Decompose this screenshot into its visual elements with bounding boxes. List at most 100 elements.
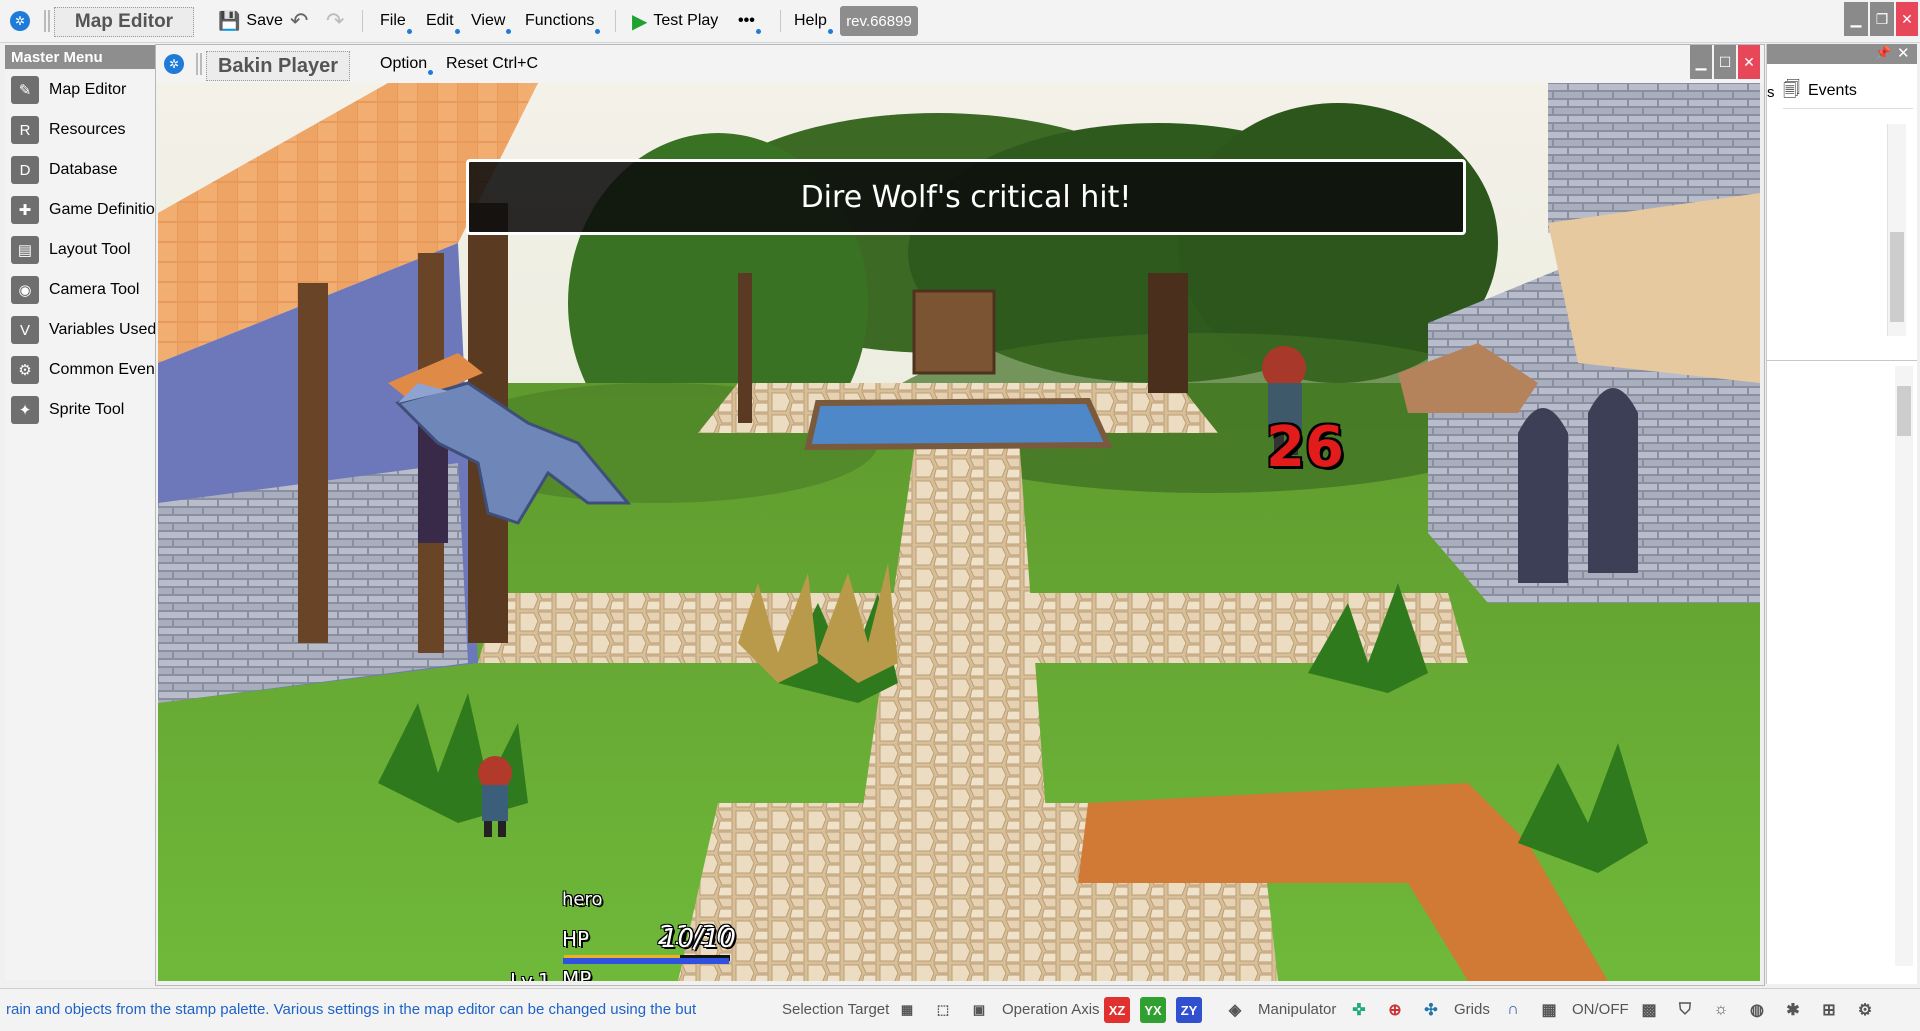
master-menu-item-resources[interactable]: R Resources [5,110,155,150]
right-panel: 📌 ✕ s 🗐 Events [1766,44,1917,984]
scale-gizmo-icon[interactable]: ✣ [1418,997,1444,1023]
tab-partial[interactable]: s [1767,84,1775,101]
grid-icon[interactable]: ▦ [1536,997,1562,1023]
master-menu-header: Master Menu [5,45,155,69]
select-objects-icon[interactable]: ⬚ [930,997,956,1023]
master-menu: ✎ Map Editor R Resources D Database ✚ Game D… [5,70,155,980]
tab-events[interactable]: 🗐 Events [1783,74,1913,109]
select-terrain-icon[interactable]: ▦ [894,997,920,1023]
restore-button[interactable]: ❐ [1870,2,1894,36]
master-menu-item-map-editor[interactable]: ✎ Map Editor [5,70,155,110]
mp-bar [563,958,729,964]
player-minimize-button[interactable]: ▁ [1690,45,1712,79]
menu-view[interactable]: View [467,6,512,36]
revision-badge: rev.66899 [840,6,918,36]
right-panel-header: 📌 ✕ [1767,44,1917,64]
play-icon: ▶ [632,10,648,33]
battle-message: Dire Wolf's critical hit! [800,179,1132,215]
scrollbar-bottom[interactable] [1895,366,1913,966]
master-menu-item-sprite-tool[interactable]: ✦ Sprite Tool [5,390,155,430]
restore-icon: ❐ [1875,10,1889,27]
toolbar-grip[interactable] [44,10,52,32]
grids-label: Grids [1454,1001,1490,1018]
menu-functions[interactable]: Functions [521,6,601,36]
damage-number: 26 [1266,415,1344,480]
mp-value: 10/10 [661,924,736,954]
minimize-icon: ▁ [1695,53,1707,70]
mp-label: MP [562,967,592,981]
status-hint: rain and objects from the stamp palette.… [6,1001,697,1018]
scrollbar-top[interactable] [1887,124,1906,336]
rotate-gizmo-icon[interactable]: ⊕ [1382,997,1408,1023]
close-icon: ✕ [1901,10,1913,27]
select-all-icon[interactable]: ▣ [966,997,992,1023]
common-events-icon: ⚙ [11,356,39,384]
test-play-button[interactable]: ▶ Test Play [628,6,722,36]
sprite-icon: ✦ [11,396,39,424]
master-menu-item-layout-tool[interactable]: ▤ Layout Tool [5,230,155,270]
minimize-icon: ▁ [1850,10,1862,27]
axis-xz-button[interactable]: XZ [1104,997,1130,1023]
operation-axis-label: Operation Axis [1002,1001,1100,1018]
menu-help[interactable]: Help [790,6,833,36]
mp-bar-fill [563,958,729,964]
toggle-settings-icon[interactable]: ⚙ [1852,997,1878,1023]
player-window: ✲ Bakin Player Option Reset Ctrl+C ▁ ☐ ✕ [155,44,1765,986]
save-icon: 💾 [218,10,241,31]
player-close-button[interactable]: ✕ [1738,45,1760,79]
pin-icon[interactable]: 📌 [1875,45,1891,61]
grid-snap-icon[interactable]: ∩ [1500,997,1526,1023]
minimize-button[interactable]: ▁ [1844,2,1868,36]
axis-zy-button[interactable]: ZY [1176,997,1202,1023]
status-bar: rain and objects from the stamp palette.… [0,988,1920,1031]
close-button[interactable]: ✕ [1896,2,1918,36]
layout-icon: ▤ [11,236,39,264]
move-gizmo-icon[interactable]: ✜ [1346,997,1372,1023]
toggle-grid-icon[interactable]: ▩ [1636,997,1662,1023]
database-icon: D [11,156,39,184]
hp-label: HP [562,927,590,951]
master-menu-item-camera-tool[interactable]: ◉ Camera Tool [5,270,155,310]
player-titlebar: ✲ Bakin Player Option Reset Ctrl+C ▁ ☐ ✕ [156,45,1764,83]
undo-icon: ↶ [290,8,309,33]
app-title: Map Editor [54,7,194,37]
player-logo-icon: ✲ [164,54,184,74]
menu-edit[interactable]: Edit [422,6,460,36]
resources-icon: R [11,116,39,144]
toggle-sphere-icon[interactable]: ◍ [1744,997,1770,1023]
axis-yx-button[interactable]: YX [1140,997,1166,1023]
master-menu-item-variables-used[interactable]: V Variables Used [5,310,155,350]
game-viewport[interactable]: Dire Wolf's critical hit! 26 hero HP 21/… [158,83,1760,981]
events-icon: 🗐 [1783,79,1800,99]
toggle-light-icon[interactable]: ☼ [1708,997,1734,1023]
more-button[interactable]: ••• [734,6,761,36]
master-menu-item-database[interactable]: D Database [5,150,155,190]
hero-name: hero [562,889,603,910]
menu-file[interactable]: File [376,6,412,36]
toggle-collision-icon[interactable]: ⊞ [1816,997,1842,1023]
map-icon: ✎ [11,76,39,104]
reset-button[interactable]: Reset Ctrl+C [446,55,538,73]
manipulator-label: Manipulator [1258,1001,1337,1018]
variables-icon: V [11,316,39,344]
undo-button[interactable]: ↶ [286,6,312,36]
master-menu-item-game-definition[interactable]: ✚ Game Definitio [5,190,155,230]
redo-icon: ↷ [326,8,345,33]
save-button[interactable]: 💾 Save [214,6,287,36]
panel-close-icon[interactable]: ✕ [1897,44,1910,62]
manipulator-icon[interactable]: ◈ [1222,997,1248,1023]
player-title: Bakin Player [206,51,350,81]
selection-target-label: Selection Target [782,1001,890,1018]
battle-message-box: Dire Wolf's critical hit! [466,159,1466,235]
master-menu-item-common-events[interactable]: ⚙ Common Even [5,350,155,390]
option-menu[interactable]: Option [380,55,434,75]
toggle-shield-icon[interactable]: ⛉ [1672,997,1698,1023]
maximize-icon: ☐ [1718,53,1732,70]
level-label: Lv.1 [510,969,551,981]
onoff-label: ON/OFF [1572,1001,1629,1018]
camera-icon: ◉ [11,276,39,304]
player-maximize-button[interactable]: ☐ [1714,45,1736,79]
app-logo-icon: ✲ [10,11,30,31]
toggle-bug-icon[interactable]: ✱ [1780,997,1806,1023]
redo-button[interactable]: ↷ [322,6,348,36]
